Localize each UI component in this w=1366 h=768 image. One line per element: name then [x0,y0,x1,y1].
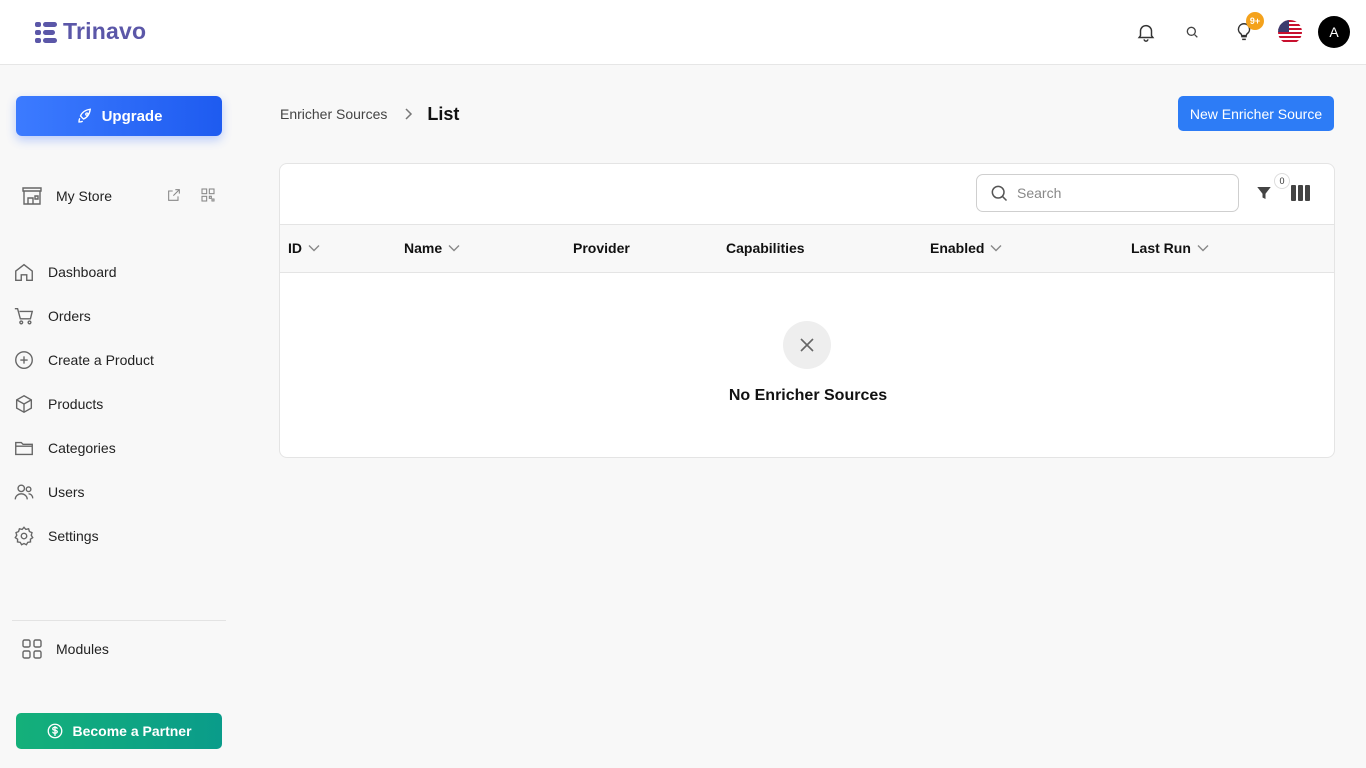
new-enricher-source-button[interactable]: New Enricher Source [1178,96,1334,131]
chevron-down-icon [990,245,1002,252]
chevron-down-icon [448,245,460,252]
grid-icon [22,639,42,659]
home-icon [15,263,33,281]
top-bar: Trinavo 9+ A [0,0,1366,65]
notifications-button[interactable] [1134,20,1158,44]
columns-toggle-button[interactable] [1290,184,1310,202]
table-header: ID Name Provider Capabilities Enabled La… [280,224,1334,273]
dollar-circle-icon [48,723,63,739]
header-search-button[interactable] [1180,20,1204,44]
chevron-down-icon [1197,245,1209,252]
sidebar-item-label: Modules [56,641,109,657]
column-header-label: ID [288,240,302,256]
sidebar-item-label: Settings [48,528,99,544]
user-avatar[interactable]: A [1318,16,1350,48]
search-icon [989,183,1009,203]
external-link-button[interactable] [166,187,182,208]
qr-code-icon [201,188,215,202]
search-input[interactable] [1017,185,1217,201]
column-header-capabilities: Capabilities [726,240,805,256]
plus-circle-icon [15,351,33,369]
rocket-icon [77,108,91,123]
cart-icon [14,307,34,325]
language-flag-icon[interactable] [1278,20,1302,44]
users-icon [14,484,34,500]
sidebar-item-label: Users [48,484,85,500]
become-partner-label: Become a Partner [72,723,192,739]
sidebar-item-modules[interactable]: Modules [20,637,109,661]
store-icon [22,187,42,205]
bell-icon [1137,24,1155,42]
column-header-label: Last Run [1131,240,1191,256]
empty-state-text: No Enricher Sources [728,387,888,404]
column-header-last-run[interactable]: Last Run [1131,240,1209,256]
filter-count-badge: 0 [1274,173,1290,189]
columns-icon [1290,185,1310,201]
qr-code-button[interactable] [200,187,216,208]
sidebar-item-create-product[interactable]: Create a Product [12,344,222,376]
sidebar-item-products[interactable]: Products [12,388,222,420]
search-icon [1186,26,1198,38]
search-field[interactable] [976,174,1239,212]
column-header-enabled[interactable]: Enabled [930,240,1002,256]
upgrade-label: Upgrade [101,107,163,125]
sidebar-item-settings[interactable]: Settings [12,520,222,552]
table-card: 0 ID Name Provider Capabilities Enabled … [279,163,1335,458]
sidebar-item-orders[interactable]: Orders [12,300,222,332]
column-header-label: Name [404,240,443,256]
logo-text: Trinavo [63,18,147,44]
sidebar-item-label: Products [48,396,104,412]
sidebar-item-dashboard[interactable]: Dashboard [12,256,222,288]
breadcrumb: Enricher Sources List [280,103,459,125]
become-partner-button[interactable]: Become a Partner [16,713,222,749]
column-header-provider: Provider [573,240,630,256]
folder-icon [15,441,33,456]
filter-icon [1257,187,1271,199]
breadcrumb-parent-link[interactable]: Enricher Sources [280,106,387,122]
column-header-id[interactable]: ID [288,240,320,256]
sidebar-item-users[interactable]: Users [12,476,222,508]
gear-icon [14,526,34,546]
sidebar-divider [12,620,226,621]
sidebar-item-categories[interactable]: Categories [12,432,222,464]
my-store-label: My Store [56,188,113,204]
empty-state-close-icon [783,321,831,369]
logo[interactable]: Trinavo [33,18,146,45]
column-header-label: Provider [573,240,630,256]
tips-badge: 9+ [1246,12,1264,30]
sidebar-item-label: Create a Product [48,352,154,368]
sidebar-item-label: Categories [48,440,116,456]
page-title: List [427,103,460,124]
sidebar-item-label: Orders [48,308,91,324]
sidebar-item-label: Dashboard [48,264,117,280]
filter-button[interactable] [1254,183,1274,203]
chevron-right-icon [403,108,413,120]
logo-icon [35,21,57,43]
column-header-label: Enabled [930,240,985,256]
box-icon [15,394,33,414]
upgrade-button[interactable]: Upgrade [16,96,222,136]
chevron-down-icon [308,245,320,252]
column-header-label: Capabilities [726,240,805,256]
external-link-icon [168,189,180,201]
my-store-row[interactable]: My Store [20,182,220,210]
column-header-name[interactable]: Name [404,240,460,256]
